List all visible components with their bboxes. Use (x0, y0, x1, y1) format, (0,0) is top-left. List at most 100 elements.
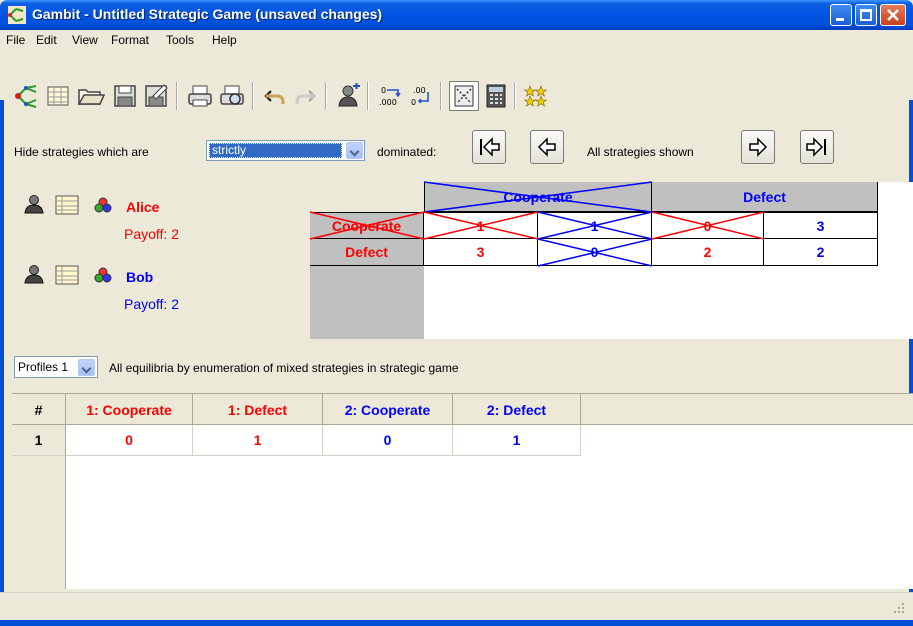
profiles-col-header[interactable]: 2: Cooperate (323, 393, 453, 425)
minimize-button[interactable] (830, 4, 852, 26)
row-header-cooperate[interactable]: Cooperate (310, 212, 424, 239)
player-icon[interactable] (24, 264, 44, 284)
status-bar (0, 592, 913, 620)
profiles-col-header[interactable]: 1: Cooperate (66, 393, 193, 425)
redo-button[interactable] (292, 82, 318, 110)
profiles-col-header[interactable]: 2: Defect (453, 393, 581, 425)
print-button[interactable] (186, 82, 212, 110)
profile-cell[interactable]: 1 (453, 425, 581, 456)
payoff-cell-p2[interactable]: 0 (538, 239, 652, 266)
window-frame-left (0, 30, 4, 626)
payoff-cell-p2[interactable]: 1 (538, 212, 652, 239)
print-preview-button[interactable] (218, 82, 244, 110)
row-header-filler (310, 266, 424, 339)
maximize-icon (860, 9, 872, 21)
maximize-button[interactable] (855, 4, 877, 26)
svg-text:0: 0 (381, 86, 386, 95)
dominance-type-value: strictly (209, 143, 342, 158)
svg-text:.00: .00 (413, 86, 426, 95)
table-corner (310, 182, 424, 212)
toolbar-separator (514, 82, 516, 110)
toolbar-separator (176, 82, 178, 110)
profile-cell[interactable]: 0 (323, 425, 453, 456)
chevron-down-icon[interactable] (346, 142, 363, 159)
color-picker-icon[interactable] (94, 196, 112, 214)
save-icon (114, 85, 136, 107)
resize-grip-icon[interactable] (893, 602, 905, 614)
col-header-cooperate[interactable]: Cooperate (424, 182, 652, 212)
payoff-cell-p1[interactable]: 3 (424, 239, 538, 266)
profiles-select[interactable]: Profiles 1 (14, 356, 98, 378)
menu-bar: File Edit View Format Tools Help (0, 30, 913, 50)
title-bar[interactable]: Gambit - Untitled Strategic Game (unsave… (0, 0, 913, 30)
player-name-alice[interactable]: Alice (126, 199, 159, 215)
profiles-select-value: Profiles 1 (18, 360, 69, 374)
minimize-icon (836, 18, 844, 21)
payoff-cell-p1[interactable]: 2 (652, 239, 764, 266)
save-as-button[interactable] (143, 82, 169, 110)
undo-button[interactable] (262, 82, 288, 110)
equilibria-icon (523, 85, 548, 107)
calculator-button[interactable] (483, 82, 509, 110)
menu-file[interactable]: File (6, 33, 25, 47)
menu-edit[interactable]: Edit (36, 33, 57, 47)
svg-text:0: 0 (411, 98, 416, 107)
player-name-bob[interactable]: Bob (126, 269, 153, 285)
strategies-icon[interactable] (55, 265, 79, 285)
profile-cell[interactable]: 1 (193, 425, 323, 456)
save-as-icon (145, 84, 168, 107)
profiles-description: All equilibria by enumeration of mixed s… (109, 361, 459, 375)
profiles-header-filler (581, 393, 913, 425)
col-header-defect[interactable]: Defect (652, 182, 878, 212)
print-preview-icon (220, 85, 244, 105)
add-decimals-button[interactable]: 0 .000 (378, 82, 404, 110)
menu-help[interactable]: Help (212, 33, 237, 47)
color-picker-icon[interactable] (94, 266, 112, 284)
menu-format[interactable]: Format (111, 33, 149, 47)
dominance-status: All strategies shown (587, 145, 694, 159)
payoff-cell-p1[interactable]: 1 (424, 212, 538, 239)
menu-view[interactable]: View (72, 33, 98, 47)
eliminate-all-dominated-button[interactable] (800, 130, 834, 164)
payoff-cell-p2[interactable]: 3 (764, 212, 878, 239)
skip-to-last-icon (806, 137, 826, 157)
redo-icon (295, 90, 316, 104)
arrow-right-icon (749, 137, 768, 157)
open-button[interactable] (76, 82, 106, 110)
window-frame-bottom (0, 620, 913, 626)
next-dominance-level-button[interactable] (741, 130, 775, 164)
profile-cell[interactable]: 0 (66, 425, 193, 456)
profiles-col-header[interactable]: 1: Defect (193, 393, 323, 425)
save-button[interactable] (112, 82, 138, 110)
close-button[interactable] (880, 4, 906, 26)
dominance-toggle-button[interactable] (449, 81, 479, 111)
profiles-row-header-filler (12, 456, 66, 589)
close-icon (887, 9, 899, 21)
new-table-button[interactable] (45, 82, 71, 110)
add-player-button[interactable] (336, 82, 362, 110)
show-all-strategies-button[interactable] (472, 130, 506, 164)
profile-row-index[interactable]: 1 (12, 425, 66, 456)
profiles-col-header-index[interactable]: # (12, 393, 66, 425)
row-header-defect[interactable]: Defect (310, 239, 424, 266)
gambit-tree-button[interactable] (14, 82, 40, 110)
dominance-type-select[interactable]: strictly (206, 140, 365, 161)
player-icon[interactable] (24, 194, 44, 214)
toolbar-separator (440, 82, 442, 110)
previous-dominance-level-button[interactable] (530, 130, 564, 164)
open-folder-icon (77, 89, 106, 105)
player-payoff-bob: Payoff: 2 (124, 296, 180, 312)
new-table-icon (47, 86, 69, 106)
payoff-cell-p1[interactable]: 0 (652, 212, 764, 239)
remove-decimals-button[interactable]: .00 0 (408, 82, 434, 110)
toolbar-separator (252, 82, 254, 110)
payoff-cell-p2[interactable]: 2 (764, 239, 878, 266)
toolbar-separator (367, 82, 369, 110)
decimals-add-icon: 0 .000 (379, 86, 401, 107)
calculator-icon (486, 84, 506, 108)
chevron-down-icon[interactable] (78, 359, 95, 376)
compute-equilibria-button[interactable] (523, 82, 549, 110)
strategies-icon[interactable] (55, 195, 79, 215)
decimals-remove-icon: .00 0 (411, 86, 429, 107)
menu-tools[interactable]: Tools (166, 33, 194, 47)
